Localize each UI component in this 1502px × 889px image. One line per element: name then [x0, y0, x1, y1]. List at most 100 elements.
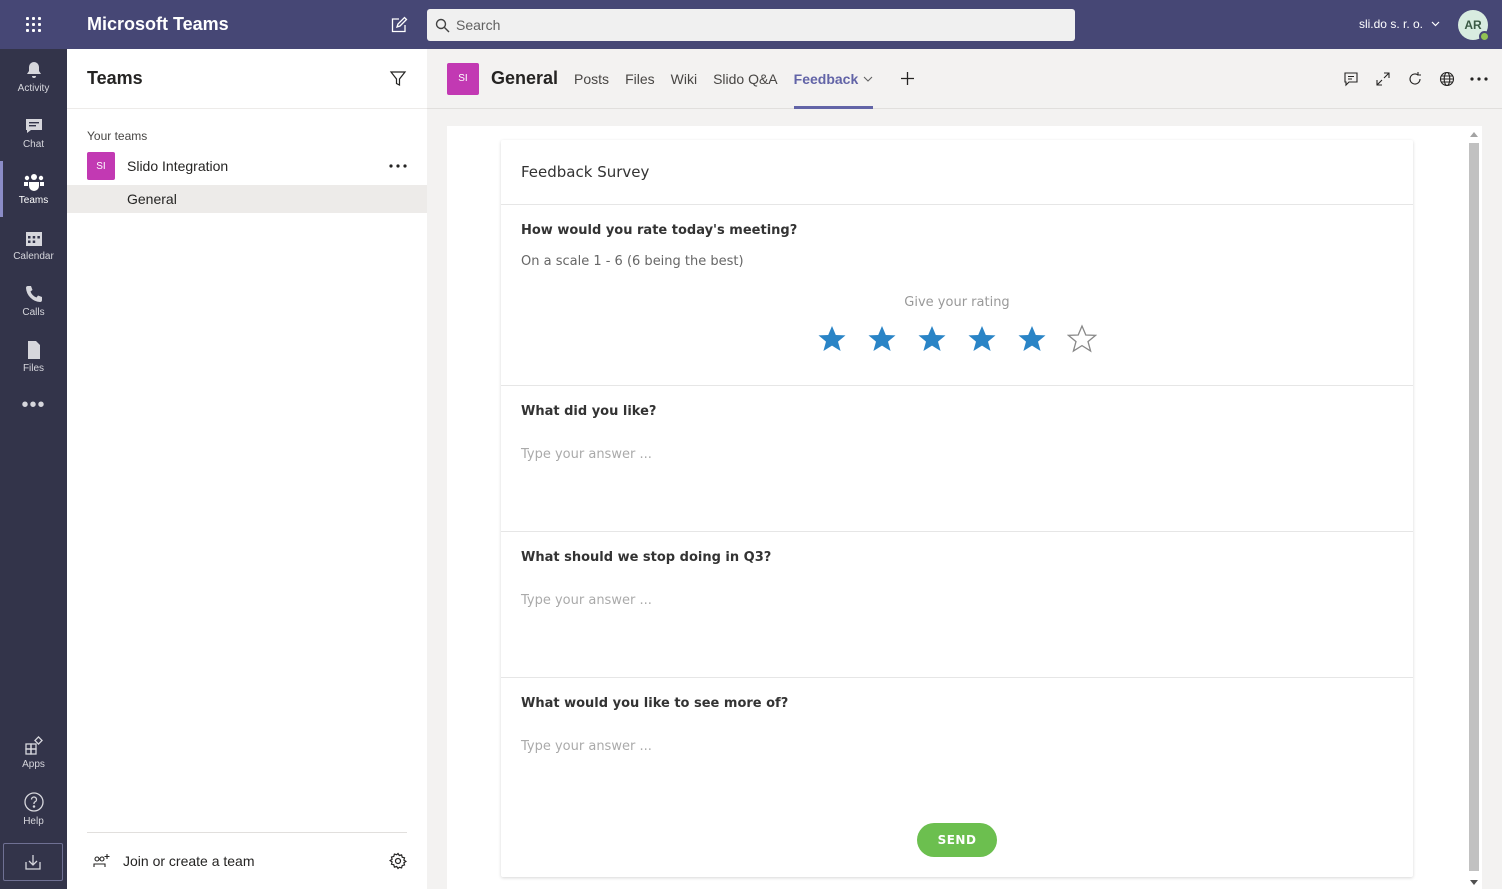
rail-item-label: Activity [17, 83, 50, 94]
org-switcher[interactable]: sli.do s. r. o. [1359, 17, 1440, 31]
compose-icon [391, 16, 408, 32]
rail-item-label: Teams [18, 195, 49, 206]
app-bar: Activity Chat Teams Calendar Calls Files… [0, 49, 67, 889]
rail-item-label: Apps [22, 759, 45, 770]
star-empty-icon[interactable] [1067, 324, 1097, 354]
rail-item-label: Help [23, 816, 44, 827]
star-filled-icon[interactable] [917, 324, 947, 354]
join-create-team-button[interactable]: Join or create a team [87, 853, 255, 869]
rail-item-calls[interactable]: Calls [0, 273, 67, 329]
reload-icon [1409, 72, 1421, 85]
teams-list-panel: Teams Your teams SI Slido Integration Ge… [67, 49, 427, 889]
survey-title: Feedback Survey [501, 140, 1413, 205]
answer-input[interactable]: Type your answer ... [521, 447, 1393, 462]
feedback-survey-card: Feedback Survey How would you rate today… [501, 140, 1413, 877]
expand-button[interactable] [1374, 70, 1392, 88]
rating-label: Give your rating [904, 295, 1010, 310]
star-filled-icon[interactable] [1017, 324, 1047, 354]
avatar-initials: AR [1464, 18, 1482, 32]
question-title: What should we stop doing in Q3? [521, 550, 772, 565]
website-button[interactable] [1438, 70, 1456, 88]
star-filled-icon[interactable] [967, 324, 997, 354]
app-launcher-button[interactable] [0, 0, 67, 49]
bell-icon [26, 62, 41, 78]
channel-item-general[interactable]: General [67, 185, 427, 213]
join-create-team-label: Join or create a team [123, 853, 255, 869]
rail-item-files[interactable]: Files [0, 329, 67, 385]
star-rating [521, 324, 1393, 380]
plus-icon [900, 72, 914, 85]
rail-item-calendar[interactable]: Calendar [0, 217, 67, 273]
gear-icon[interactable] [389, 852, 407, 870]
expand-icon [1376, 72, 1390, 86]
rail-item-label: Files [22, 363, 45, 374]
question-description: On a scale 1 - 6 (6 being the best) [521, 254, 744, 269]
calendar-icon [25, 232, 42, 246]
question-stop-doing: What should we stop doing in Q3? Type yo… [501, 532, 1413, 678]
question-title: What would you like to see more of? [521, 696, 789, 711]
ellipsis-icon [1470, 77, 1488, 81]
title-bar: Microsoft Teams Search sli.do s. r. o. A… [0, 0, 1502, 49]
filter-icon[interactable] [389, 70, 407, 88]
scroll-up-arrow-icon[interactable] [1470, 132, 1478, 137]
answer-input[interactable]: Type your answer ... [521, 593, 1393, 608]
search-box[interactable]: Search [427, 9, 1075, 41]
avatar[interactable]: AR [1458, 10, 1490, 42]
reload-button[interactable] [1406, 70, 1424, 88]
star-filled-icon[interactable] [867, 324, 897, 354]
rail-item-apps[interactable]: Apps [0, 725, 67, 781]
channel-header: SI General Posts Files Wiki Slido Q&A Fe… [427, 49, 1502, 109]
header-actions [1342, 49, 1488, 109]
scroll-down-arrow-icon[interactable] [1470, 880, 1478, 885]
teams-icon [23, 174, 44, 191]
team-item-slido-integration[interactable]: SI Slido Integration [67, 149, 427, 183]
rail-item-chat[interactable]: Chat [0, 105, 67, 161]
globe-icon [1439, 71, 1455, 87]
more-options-icon[interactable] [389, 164, 407, 168]
new-chat-button[interactable] [379, 0, 419, 49]
team-name: Slido Integration [127, 158, 229, 174]
tab-files[interactable]: Files [617, 49, 663, 109]
conversation-icon [1344, 72, 1358, 87]
rail-item-teams[interactable]: Teams [0, 161, 67, 217]
help-icon [23, 792, 44, 812]
rail-item-label: Calendar [13, 251, 54, 262]
waffle-icon [26, 17, 41, 32]
add-tab-button[interactable] [891, 49, 923, 109]
conversation-button[interactable] [1342, 70, 1360, 88]
question-see-more: What would you like to see more of? Type… [501, 678, 1413, 818]
question-title: What did you like? [521, 404, 657, 419]
scrollbar[interactable] [1466, 126, 1482, 889]
tab-posts[interactable]: Posts [566, 49, 617, 109]
rail-item-label: Calls [22, 307, 45, 318]
rail-item-activity[interactable]: Activity [0, 49, 67, 105]
rail-item-help[interactable]: Help [0, 781, 67, 837]
question-rating: How would you rate today's meeting? On a… [501, 205, 1413, 386]
rail-item-label: Chat [22, 139, 45, 150]
file-icon [27, 341, 40, 359]
phone-icon [25, 286, 42, 302]
search-input[interactable]: Search [456, 17, 500, 33]
star-filled-icon[interactable] [817, 324, 847, 354]
send-button[interactable]: SEND [917, 823, 997, 857]
tab-slido-qa[interactable]: Slido Q&A [705, 49, 786, 109]
chevron-down-icon [863, 76, 873, 82]
more-apps-button[interactable]: ••• [0, 385, 67, 425]
more-actions-button[interactable] [1470, 70, 1488, 88]
rail-bottom: Apps Help [0, 725, 67, 889]
panel-title: Teams [87, 68, 143, 88]
tab-wiki[interactable]: Wiki [663, 49, 705, 109]
chevron-down-icon [1431, 21, 1440, 27]
team-badge: SI [87, 152, 115, 180]
panel-footer: Join or create a team [87, 832, 407, 889]
scrollbar-thumb[interactable] [1469, 143, 1479, 871]
org-name: sli.do s. r. o. [1358, 17, 1423, 31]
add-team-icon [93, 854, 110, 867]
answer-input[interactable]: Type your answer ... [521, 739, 1393, 754]
download-app-button[interactable] [3, 843, 63, 881]
app-title: Microsoft Teams [87, 14, 229, 34]
channel-team-badge: SI [447, 62, 479, 95]
presence-available-icon [1479, 31, 1490, 42]
tab-feedback[interactable]: Feedback [786, 49, 882, 109]
chat-icon [25, 119, 42, 133]
